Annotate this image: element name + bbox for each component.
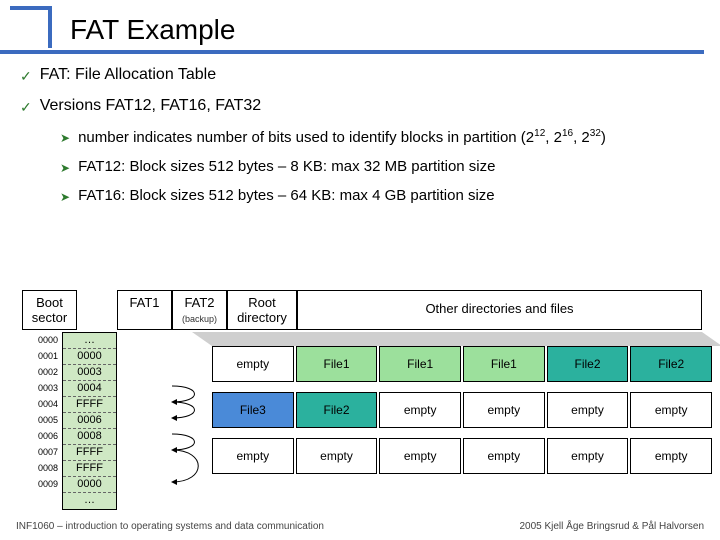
disk-block: File1 <box>296 346 378 382</box>
disk-block: empty <box>630 392 712 428</box>
title-bar: FAT Example <box>0 0 720 48</box>
disk-block: File3 <box>212 392 294 428</box>
subbullet-2-text: FAT12: Block sizes 512 bytes – 8 KB: max… <box>78 158 495 175</box>
fat-cell: 0003 <box>63 365 116 381</box>
fat-cell: 0000 <box>63 349 116 365</box>
disk-block: empty <box>379 438 461 474</box>
subbullet-1-text: number indicates number of bits used to … <box>78 128 606 146</box>
fat-cell: 0004 <box>63 381 116 397</box>
disk-block: File2 <box>547 346 629 382</box>
header-other: Other directories and files <box>297 290 702 330</box>
bullet-2: ✓ Versions FAT12, FAT16, FAT32 <box>20 97 702 116</box>
expand-wedge <box>192 332 720 346</box>
fat-address: 0009 <box>22 476 62 492</box>
block-grid: emptyFile1File1File1File2File2File3File2… <box>212 346 712 474</box>
fat-address: 0007 <box>22 444 62 460</box>
disk-block: File2 <box>296 392 378 428</box>
fat-cell: … <box>63 333 116 349</box>
block-row: emptyemptyemptyemptyemptyempty <box>212 438 712 474</box>
subbullet-3: ➤ FAT16: Block sizes 512 bytes – 64 KB: … <box>60 187 702 204</box>
fat-value-column: …000000030004FFFF00060008FFFFFFFF0000… <box>62 332 117 510</box>
header-root: Root directory <box>227 290 297 330</box>
block-row: emptyFile1File1File1File2File2 <box>212 346 712 382</box>
disk-block: empty <box>547 438 629 474</box>
slide-footer: INF1060 – introduction to operating syst… <box>16 521 704 532</box>
bullet-2-text: Versions FAT12, FAT16, FAT32 <box>40 97 261 116</box>
fat-cell: 0000 <box>63 477 116 493</box>
header-fat2: FAT2(backup) <box>172 290 227 330</box>
fat-cell: 0006 <box>63 413 116 429</box>
check-icon: ✓ <box>20 66 32 85</box>
disk-block: empty <box>296 438 378 474</box>
fat-address: 0004 <box>22 396 62 412</box>
fat-cell: 0008 <box>63 429 116 445</box>
fat-cell: … <box>63 493 116 509</box>
header-fat1: FAT1 <box>117 290 172 330</box>
bullet-1-text: FAT: File Allocation Table <box>40 66 216 85</box>
fat-address: 0008 <box>22 460 62 476</box>
fat-cell: FFFF <box>63 397 116 413</box>
fat-address: 0001 <box>22 348 62 364</box>
disk-block: empty <box>212 438 294 474</box>
fat-diagram: Boot sector FAT1 FAT2(backup) Root direc… <box>22 290 702 510</box>
fat-address-column: 0000000100020003000400050006000700080009 <box>22 332 62 510</box>
arrow-icon: ➤ <box>60 158 70 175</box>
disk-block: File1 <box>463 346 545 382</box>
disk-block: File1 <box>379 346 461 382</box>
disk-block: empty <box>212 346 294 382</box>
bullet-1: ✓ FAT: File Allocation Table <box>20 66 702 85</box>
title-ornament <box>10 6 52 48</box>
subbullet-1: ➤ number indicates number of bits used t… <box>60 128 702 146</box>
fat-address: 0005 <box>22 412 62 428</box>
title-underline <box>0 50 704 54</box>
fat-cell: FFFF <box>63 461 116 477</box>
fat-address: 0000 <box>22 332 62 348</box>
arrow-icon: ➤ <box>60 187 70 204</box>
disk-block: empty <box>463 438 545 474</box>
arrow-icon: ➤ <box>60 128 70 146</box>
disk-block: File2 <box>630 346 712 382</box>
subbullet-2: ➤ FAT12: Block sizes 512 bytes – 8 KB: m… <box>60 158 702 175</box>
fat-address: 0003 <box>22 380 62 396</box>
fat-cell: FFFF <box>63 445 116 461</box>
disk-block: empty <box>463 392 545 428</box>
subbullet-3-text: FAT16: Block sizes 512 bytes – 64 KB: ma… <box>78 187 495 204</box>
header-boot: Boot sector <box>22 290 77 330</box>
slide-title: FAT Example <box>70 14 720 46</box>
bullet-area: ✓ FAT: File Allocation Table ✓ Versions … <box>0 48 720 204</box>
disk-block: empty <box>379 392 461 428</box>
layout-header-row: Boot sector FAT1 FAT2(backup) Root direc… <box>22 290 702 330</box>
footer-right: 2005 Kjell Åge Bringsrud & Pål Halvorsen <box>519 521 704 532</box>
disk-block: empty <box>547 392 629 428</box>
fat-address: 0006 <box>22 428 62 444</box>
footer-left: INF1060 – introduction to operating syst… <box>16 521 324 532</box>
check-icon: ✓ <box>20 97 32 116</box>
block-row: File3File2emptyemptyemptyempty <box>212 392 712 428</box>
disk-block: empty <box>630 438 712 474</box>
fat-address: 0002 <box>22 364 62 380</box>
